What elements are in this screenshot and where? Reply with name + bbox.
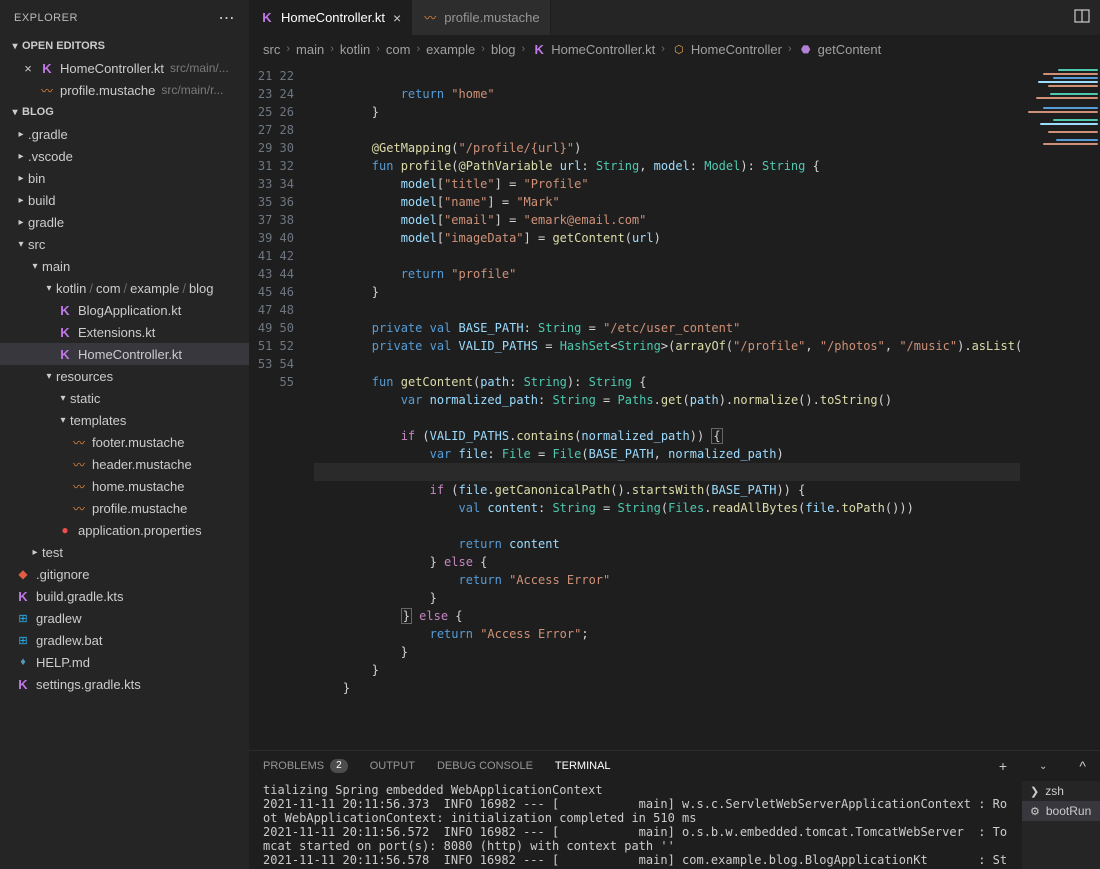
problems-badge: 2 [330,759,348,773]
git-icon: ◆ [18,567,27,581]
breadcrumbs[interactable]: src› main› kotlin› com› example› blog› K… [249,35,1100,63]
panel-tab-problems[interactable]: PROBLEMS 2 [263,759,348,773]
open-editor-path: src/main/r... [161,83,223,97]
mustache-icon: 〰 [41,82,53,99]
terminal-item-bootrun[interactable]: ⚙bootRun [1022,801,1100,821]
close-icon[interactable]: × [20,61,36,76]
file-gitignore[interactable]: ◆.gitignore [0,563,249,585]
error-icon: ● [61,523,68,537]
kotlin-icon: K [535,42,544,57]
class-icon: ⬡ [674,43,684,56]
editor[interactable]: 21 22 23 24 25 26 27 28 29 30 31 32 33 3… [249,63,1100,750]
folder-static[interactable]: static [0,387,249,409]
folder-build[interactable]: build [0,189,249,211]
mustache-icon: 〰 [73,456,85,473]
line-numbers: 21 22 23 24 25 26 27 28 29 30 31 32 33 3… [249,63,304,750]
add-terminal-icon[interactable]: + [999,758,1007,774]
folder-gradle2[interactable]: gradle [0,211,249,233]
tab-bar: K HomeController.kt × 〰 profile.mustache [249,0,1100,35]
panel-tab-terminal[interactable]: TERMINAL [555,760,611,772]
kotlin-icon: K [60,347,69,362]
file-buildgradle[interactable]: Kbuild.gradle.kts [0,585,249,607]
gear-icon: ⚙ [1030,805,1040,818]
markdown-icon: ♦ [20,656,26,668]
project-name: BLOG [22,106,54,118]
tab-label: HomeController.kt [281,10,385,25]
open-editors-title: OPEN EDITORS [22,40,105,52]
kotlin-icon: K [60,303,69,318]
maximize-panel-icon[interactable]: ^ [1079,758,1086,774]
mustache-icon: 〰 [73,434,85,451]
tab-homecontroller[interactable]: K HomeController.kt × [249,0,412,35]
terminal-icon: ❯ [1030,785,1039,798]
minimap[interactable] [1020,63,1100,750]
explorer-sidebar: EXPLORER ⋯ OPEN EDITORS × K HomeControll… [0,0,249,869]
panel-tab-output[interactable]: OUTPUT [370,760,415,772]
kotlin-icon: K [18,677,27,692]
folder-main[interactable]: main [0,255,249,277]
folder-templates[interactable]: templates [0,409,249,431]
terminal-list: ❯zsh ⚙bootRun [1022,781,1100,869]
folder-resources[interactable]: resources [0,365,249,387]
file-settingsgradle[interactable]: Ksettings.gradle.kts [0,673,249,695]
bottom-panel: PROBLEMS 2 OUTPUT DEBUG CONSOLE TERMINAL… [249,750,1100,869]
code-area[interactable]: return "home" } @GetMapping("/profile/{u… [304,63,1020,750]
mustache-icon: 〰 [73,478,85,495]
folder-src[interactable]: src [0,233,249,255]
file-extensions[interactable]: KExtensions.kt [0,321,249,343]
explorer-more-icon[interactable]: ⋯ [219,8,236,28]
explorer-header: EXPLORER ⋯ [0,0,249,35]
project-header[interactable]: BLOG [0,101,249,123]
kotlin-icon: K [60,325,69,340]
folder-test[interactable]: test [0,541,249,563]
folder-vscode[interactable]: .vscode [0,145,249,167]
terminal-item-zsh[interactable]: ❯zsh [1022,781,1100,801]
open-editors-header[interactable]: OPEN EDITORS [0,35,249,57]
kotlin-icon: K [262,10,271,25]
open-editor-item[interactable]: × K HomeController.kt src/main/... [0,57,249,79]
mustache-icon: 〰 [424,9,436,26]
file-blogapp[interactable]: KBlogApplication.kt [0,299,249,321]
windows-icon: ⊞ [18,634,27,647]
kotlin-icon: K [18,589,27,604]
folder-bin[interactable]: bin [0,167,249,189]
terminal-dropdown-icon[interactable]: ⌄ [1039,761,1047,772]
file-appprops[interactable]: ●application.properties [0,519,249,541]
mustache-icon: 〰 [73,500,85,517]
file-profile[interactable]: 〰profile.mustache [0,497,249,519]
file-gradlew[interactable]: ⊞gradlew [0,607,249,629]
kotlin-icon: K [42,61,51,76]
file-home[interactable]: 〰home.mustache [0,475,249,497]
panel-tab-debug[interactable]: DEBUG CONSOLE [437,760,533,772]
split-editor-icon[interactable] [1074,8,1090,27]
open-editor-name: profile.mustache [60,83,155,98]
folder-kotlin-path[interactable]: kotlin/com/example/blog [0,277,249,299]
chevron-down-icon [8,107,22,118]
tab-label: profile.mustache [444,10,539,25]
method-icon: ⬣ [801,43,811,56]
folder-gradle[interactable]: .gradle [0,123,249,145]
chevron-down-icon [8,41,22,52]
file-footer[interactable]: 〰footer.mustache [0,431,249,453]
file-help[interactable]: ♦HELP.md [0,651,249,673]
main-area: K HomeController.kt × 〰 profile.mustache… [249,0,1100,869]
terminal-output[interactable]: tializing Spring embedded WebApplication… [249,781,1022,869]
panel-tabs: PROBLEMS 2 OUTPUT DEBUG CONSOLE TERMINAL… [249,751,1100,781]
close-icon[interactable]: × [393,10,401,26]
open-editor-path: src/main/... [170,61,229,75]
file-gradlewbat[interactable]: ⊞gradlew.bat [0,629,249,651]
file-header[interactable]: 〰header.mustache [0,453,249,475]
open-editor-name: HomeController.kt [60,61,164,76]
tab-profile[interactable]: 〰 profile.mustache [412,0,550,35]
open-editor-item[interactable]: × 〰 profile.mustache src/main/r... [0,79,249,101]
explorer-title: EXPLORER [14,12,78,24]
windows-icon: ⊞ [18,612,27,625]
file-homecontroller[interactable]: KHomeController.kt [0,343,249,365]
file-tree: .gradle .vscode bin build gradle src mai… [0,123,249,869]
